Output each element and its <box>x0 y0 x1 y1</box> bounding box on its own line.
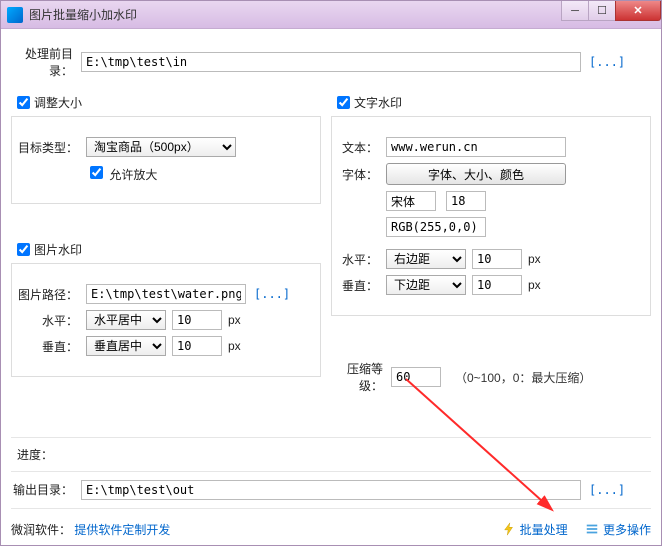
text-wm-h-unit: px <box>528 252 541 266</box>
text-wm-group: 文本： 字体： 字体、大小、颜色 <box>331 116 651 316</box>
image-wm-path-field[interactable] <box>86 284 246 304</box>
image-wm-check-input[interactable] <box>17 243 30 256</box>
compress-label: 压缩等级： <box>331 360 391 394</box>
text-wm-check-input[interactable] <box>337 96 350 109</box>
output-dir-browse[interactable]: [...] <box>589 483 625 497</box>
output-dir-field[interactable] <box>81 480 581 500</box>
batch-process-label: 批量处理 <box>520 521 568 538</box>
list-icon <box>585 522 599 536</box>
text-wm-text-label: 文本： <box>336 139 386 156</box>
image-wm-group: 图片路径： [...] 水平： 水平居中 px 垂直： 垂直居中 <box>11 263 321 377</box>
resize-type-label: 目标类型： <box>16 139 86 156</box>
image-wm-check-label: 图片水印 <box>34 241 82 258</box>
input-dir-label: 处理前目录： <box>11 45 81 79</box>
image-wm-h-label: 水平： <box>16 312 86 329</box>
separator-3 <box>11 508 651 509</box>
text-wm-h-label: 水平： <box>336 251 386 268</box>
window: 图片批量缩小加水印 ─ ☐ ✕ 处理前目录： [...] 调整大小 目标类型： <box>0 0 662 546</box>
allow-enlarge-input[interactable] <box>90 166 103 179</box>
text-wm-text-field[interactable] <box>386 137 566 157</box>
footer-company: 微润软件： <box>11 523 71 537</box>
progress-label: 进度： <box>11 446 61 463</box>
image-wm-v-num[interactable] <box>172 336 222 356</box>
image-wm-v-select[interactable]: 垂直居中 <box>86 336 166 356</box>
footer-right: 批量处理 更多操作 <box>488 521 651 540</box>
app-icon <box>7 7 23 23</box>
content: 处理前目录： [...] 调整大小 目标类型： 淘宝商品（500px） <box>1 29 661 545</box>
input-dir-field[interactable] <box>81 52 581 72</box>
image-wm-browse[interactable]: [...] <box>254 287 290 301</box>
lightning-icon <box>502 522 516 536</box>
compress-field[interactable] <box>391 367 441 387</box>
resize-checkbox[interactable]: 调整大小 <box>13 93 321 112</box>
separator-2 <box>11 471 651 472</box>
resize-check-input[interactable] <box>17 96 30 109</box>
allow-enlarge-checkbox[interactable]: 允许放大 <box>86 163 157 183</box>
footer-slogan-link[interactable]: 提供软件定制开发 <box>74 523 170 537</box>
allow-enlarge-label: 允许放大 <box>109 168 157 182</box>
font-settings-button[interactable]: 字体、大小、颜色 <box>386 163 566 185</box>
text-wm-h-num[interactable] <box>472 249 522 269</box>
text-wm-checkbox[interactable]: 文字水印 <box>333 93 651 112</box>
output-dir-label: 输出目录： <box>11 481 81 498</box>
more-actions-label: 更多操作 <box>603 521 651 538</box>
text-wm-v-unit: px <box>528 278 541 292</box>
resize-type-select[interactable]: 淘宝商品（500px） <box>86 137 236 157</box>
text-wm-v-select[interactable]: 下边距 <box>386 275 466 295</box>
separator-1 <box>11 437 651 438</box>
batch-process-button[interactable]: 批量处理 <box>502 521 568 538</box>
text-wm-v-label: 垂直： <box>336 277 386 294</box>
text-wm-font-label: 字体： <box>336 166 386 183</box>
image-wm-path-label: 图片路径： <box>16 286 86 303</box>
input-dir-browse[interactable]: [...] <box>589 55 625 69</box>
image-wm-v-unit: px <box>228 339 241 353</box>
image-wm-h-unit: px <box>228 313 241 327</box>
more-actions-button[interactable]: 更多操作 <box>585 521 651 538</box>
font-size-display <box>446 191 486 211</box>
footer-left: 微润软件： 提供软件定制开发 <box>11 521 170 538</box>
text-wm-v-num[interactable] <box>472 275 522 295</box>
text-wm-check-label: 文字水印 <box>354 94 402 111</box>
image-wm-checkbox[interactable]: 图片水印 <box>13 240 321 259</box>
maximize-button[interactable]: ☐ <box>588 1 616 21</box>
bottom-area: 进度： 输出目录： [...] 微润软件： 提供软件定制开发 批量处理 <box>11 429 651 540</box>
titlebar[interactable]: 图片批量缩小加水印 ─ ☐ ✕ <box>1 1 661 29</box>
resize-group: 目标类型： 淘宝商品（500px） 允许放大 <box>11 116 321 204</box>
window-title: 图片批量缩小加水印 <box>29 6 562 23</box>
minimize-button[interactable]: ─ <box>561 1 589 21</box>
close-button[interactable]: ✕ <box>615 1 661 21</box>
image-wm-v-label: 垂直： <box>16 338 86 355</box>
image-wm-h-select[interactable]: 水平居中 <box>86 310 166 330</box>
font-color-display <box>386 217 486 237</box>
text-wm-h-select[interactable]: 右边距 <box>386 249 466 269</box>
font-name-display <box>386 191 436 211</box>
window-buttons: ─ ☐ ✕ <box>562 1 661 21</box>
resize-check-label: 调整大小 <box>34 94 82 111</box>
compress-hint: （0~100，0：最大压缩） <box>455 369 591 386</box>
image-wm-h-num[interactable] <box>172 310 222 330</box>
